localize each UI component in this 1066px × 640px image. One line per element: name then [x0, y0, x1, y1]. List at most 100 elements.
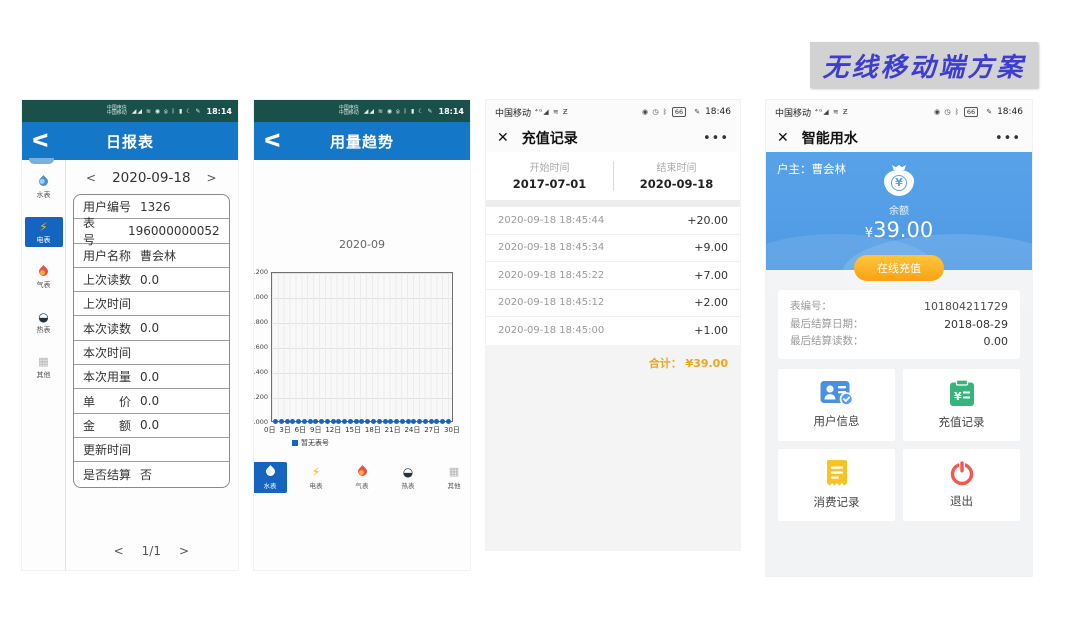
- sidebar-item-meter[interactable]: 水表: [25, 172, 63, 202]
- data-point-dot: [279, 419, 284, 424]
- next-page-button[interactable]: >: [179, 544, 189, 558]
- table-row: 本次用量 0.0: [74, 365, 229, 389]
- more-menu-icon[interactable]: •••: [703, 131, 729, 146]
- status-left-icons: ⁴ᴳ◢ ≋ Ƶ: [535, 108, 569, 116]
- sidebar-item-meter[interactable]: ◒ 热表: [25, 307, 63, 337]
- status-icons: ◢◢ ≋ ◉ ⓝ ᛒ ▮ ☾ ✎: [132, 108, 202, 115]
- meter-type-tabs: 水表 ⚡ 电表 气表 ◒ 热表: [254, 462, 470, 493]
- next-date-button[interactable]: >: [207, 171, 217, 185]
- tab-meter-type[interactable]: ⚡ 电表: [299, 462, 333, 493]
- y-tick-label: 1.000: [254, 293, 268, 301]
- table-row: 是否结算 否: [74, 462, 229, 486]
- consumption-record-icon: [826, 459, 848, 487]
- prev-page-button[interactable]: <: [114, 544, 124, 558]
- tile-consumption-records[interactable]: 消费记录: [778, 449, 895, 521]
- table-row: 单 价 0.0: [74, 389, 229, 413]
- field-label: 上次时间: [83, 295, 131, 312]
- sidebar-item-meter[interactable]: ⚡ 电表: [25, 217, 63, 247]
- x-tick-label: 12日: [325, 425, 341, 435]
- online-recharge-button[interactable]: 在线充值: [854, 255, 944, 281]
- page-title: 日报表: [22, 131, 238, 152]
- title-badge: 无线移动端方案: [810, 42, 1038, 88]
- report-table: 用户编号 1326 表 号 196000000052 用户名称 曹会林: [73, 194, 230, 488]
- tile-exit[interactable]: 退出: [903, 449, 1020, 521]
- balance-label: 余额: [889, 202, 909, 217]
- floating-tab: [29, 158, 54, 164]
- tab-meter-type[interactable]: ◒ 热表: [391, 462, 425, 493]
- record-row: 2020-09-18 18:45:12 +2.00: [486, 290, 740, 318]
- start-date-picker[interactable]: 开始时间 2017-07-01: [486, 159, 613, 191]
- close-icon[interactable]: ✕: [497, 130, 509, 146]
- status-time: 18:46: [997, 107, 1023, 117]
- balance-amount: 39.00: [873, 218, 933, 242]
- table-row: 金 额 0.0: [74, 414, 229, 438]
- back-icon[interactable]: ᐸ: [32, 132, 49, 151]
- recharge-record-icon: ¥: [949, 379, 975, 407]
- data-point-dot: [440, 419, 445, 424]
- carrier-2: 中国移动: [339, 111, 359, 117]
- x-tick-label: 0日: [264, 425, 275, 435]
- tile-label: 退出: [950, 493, 973, 509]
- filter-divider: [613, 161, 614, 191]
- prev-date-button[interactable]: <: [86, 171, 96, 185]
- field-value: 曹会林: [140, 247, 176, 264]
- data-point-dot: [331, 419, 336, 424]
- data-point-dot: [336, 419, 341, 424]
- tab-meter-type[interactable]: 气表: [345, 462, 379, 493]
- end-date-value: 2020-09-18: [640, 177, 714, 191]
- record-amount: +1.00: [694, 324, 728, 337]
- sidebar-item-meter[interactable]: ▦ 其他: [25, 352, 63, 382]
- field-value: 0.0: [140, 418, 159, 432]
- y-axis-tick-labels: 1.2001.0000.8000.6000.4000.2000.000: [254, 268, 268, 426]
- current-date[interactable]: 2020-09-18: [112, 170, 190, 186]
- tab-label: 其他: [448, 480, 461, 490]
- tile-recharge-records[interactable]: ¥ 充值记录: [903, 369, 1020, 441]
- meter-type-icon: ◒: [403, 465, 413, 478]
- data-point-dot: [400, 419, 405, 424]
- meter-type-icon: [358, 465, 367, 478]
- table-row: 上次读数 0.0: [74, 268, 229, 292]
- tab-label: 气表: [356, 480, 369, 490]
- back-icon[interactable]: ᐸ: [264, 132, 281, 151]
- more-menu-icon[interactable]: •••: [995, 131, 1021, 146]
- phone-daily-report: 中国电信 中国移动 ◢◢ ≋ ◉ ⓝ ᛒ ▮ ☾ ✎ 18:14 ᐸ 日报表 水…: [22, 100, 238, 570]
- data-point-dot: [406, 419, 411, 424]
- end-date-picker[interactable]: 结束时间 2020-09-18: [613, 159, 740, 191]
- field-value: 196000000052: [128, 224, 220, 238]
- table-row: 本次读数 0.0: [74, 316, 229, 340]
- data-point-dot: [429, 419, 434, 424]
- data-point-dot: [377, 419, 382, 424]
- meter-type-icon: ▦: [38, 355, 48, 368]
- date-range-filter: 开始时间 2017-07-01 结束时间 2020-09-18: [486, 152, 740, 200]
- battery-icon: 66: [964, 107, 978, 117]
- tab-label: 水表: [264, 480, 277, 490]
- start-date-label: 开始时间: [530, 159, 570, 174]
- sidebar-item-label: 水表: [37, 190, 51, 200]
- field-label: 用户编号: [83, 198, 131, 215]
- status-left-icons: ⁴ᴳ◢ ≋ Ƶ: [815, 108, 849, 116]
- close-icon[interactable]: ✕: [777, 130, 789, 146]
- sidebar-item-meter[interactable]: 气表: [25, 262, 63, 292]
- status-time: 18:14: [207, 107, 232, 116]
- y-tick-label: 1.200: [254, 268, 268, 276]
- data-point-dot: [434, 419, 439, 424]
- data-point-dot: [359, 419, 364, 424]
- meter-type-icon: ⚡: [312, 465, 320, 478]
- field-value: 0.0: [140, 321, 159, 335]
- record-timestamp: 2020-09-18 18:45:00: [498, 325, 604, 336]
- tab-meter-type[interactable]: 水表: [254, 462, 287, 493]
- sidebar-item-label: 其他: [37, 370, 51, 380]
- table-row: 上次时间: [74, 292, 229, 316]
- chart-grid: [271, 272, 453, 422]
- page-title: 充值记录: [522, 128, 578, 148]
- table-row: 表 号 196000000052: [74, 219, 229, 243]
- power-exit-icon: [949, 460, 975, 486]
- tab-meter-type[interactable]: ▦ 其他: [437, 462, 470, 493]
- status-right: ◉ ◷ ᛒ 66 ✎ 18:46: [638, 107, 731, 117]
- page-title: 智能用水: [802, 128, 858, 148]
- data-point-dot: [388, 419, 393, 424]
- tile-user-info[interactable]: 用户信息: [778, 369, 895, 441]
- data-point-series: [272, 419, 452, 424]
- status-bar: 中国电信 中国移动 ◢◢ ≋ ◉ ⓝ ᛒ ▮ ☾ ✎ 18:14: [22, 100, 238, 122]
- status-post-icons: ✎: [694, 108, 701, 116]
